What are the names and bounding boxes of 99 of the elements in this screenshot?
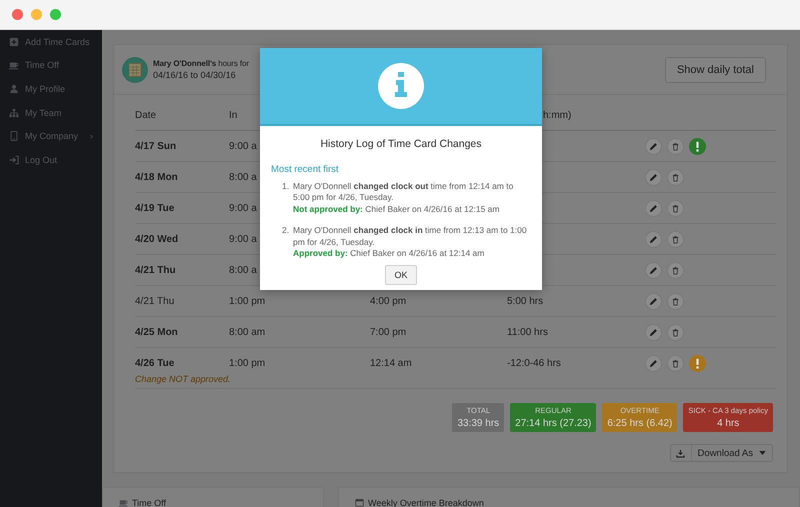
- list-number: 2.: [282, 225, 290, 238]
- pencil-icon: [649, 296, 658, 306]
- delete-button[interactable]: [667, 200, 684, 216]
- pay-period: 04/16/16 to 04/30/16: [153, 70, 237, 80]
- download-button[interactable]: Download As: [670, 444, 773, 462]
- edit-button[interactable]: [645, 354, 662, 372]
- caret-icon: [759, 451, 766, 455]
- edit-button[interactable]: [645, 324, 662, 340]
- pencil-icon: [649, 358, 658, 368]
- pencil-icon: [649, 266, 658, 274]
- column-header: Date: [135, 110, 156, 120]
- trash-icon: [671, 328, 680, 336]
- edit-button[interactable]: [645, 138, 662, 154]
- clock-out-cell: 4:00 pm: [370, 296, 406, 306]
- hours-cell: 11:00 hrs: [507, 326, 548, 338]
- logout-icon: [9, 154, 19, 165]
- info-icon: [378, 63, 424, 109]
- clock-in-cell: 9:00 a: [229, 202, 257, 214]
- clock-in-cell: 9:00 a: [229, 140, 257, 152]
- badge-value: 27:14 hrs (27.23): [515, 418, 592, 429]
- trash-icon: [671, 234, 680, 244]
- badge-value: 6:25 hrs (6.42): [607, 418, 672, 429]
- clock-in-cell: 1:00 pm: [229, 358, 266, 368]
- section-title: Time Off: [132, 498, 166, 507]
- trash-icon: [671, 358, 680, 368]
- calendar-icon: [355, 498, 364, 507]
- delete-button[interactable]: [667, 168, 684, 186]
- pencil-icon: [649, 234, 658, 244]
- sidebar-item[interactable]: My Profile: [0, 77, 102, 101]
- timesheet-icon: [122, 56, 148, 82]
- sidebar-item[interactable]: Log Out: [0, 148, 102, 172]
- download-icon: [676, 448, 686, 458]
- person-icon: [9, 84, 19, 94]
- sort-hint: Most recent first: [270, 164, 340, 175]
- trash-icon: [671, 172, 680, 182]
- date-cell: 4/21 Thu: [135, 296, 174, 306]
- edit-button[interactable]: [645, 262, 662, 278]
- phone-icon: [9, 131, 19, 142]
- edit-button[interactable]: [645, 200, 662, 216]
- sidebar-item[interactable]: Add Time Cards: [0, 30, 102, 54]
- badge-value: 33:39 hrs: [457, 418, 500, 429]
- delete-button[interactable]: [667, 324, 684, 340]
- employee-hours-title: Mary O'Donnell's hours for: [153, 59, 250, 68]
- trash-icon: [671, 142, 680, 150]
- date-cell: 4/26 Tue: [135, 358, 174, 368]
- show-daily-total-button[interactable]: Show daily total: [664, 56, 766, 82]
- clock-in-cell: 8:00 a: [229, 264, 257, 276]
- badge-value: 4 hrs: [717, 418, 740, 429]
- alert-icon[interactable]: [689, 138, 706, 154]
- delete-button[interactable]: [667, 262, 684, 278]
- sidebar-item[interactable]: My Team: [0, 100, 102, 124]
- sidebar-item[interactable]: My Company ›: [0, 124, 102, 148]
- pencil-icon: [649, 172, 658, 182]
- pencil-icon: [649, 142, 658, 150]
- plus-icon: [9, 36, 19, 47]
- date-cell: 4/25 Mon: [135, 326, 178, 338]
- alert-icon[interactable]: [689, 354, 706, 372]
- close-window-icon[interactable]: [12, 9, 23, 20]
- date-cell: 4/17 Sun: [135, 140, 176, 152]
- trash-icon: [671, 296, 680, 306]
- hours-cell: -12:0-46 hrs: [507, 358, 561, 368]
- approval-line: Approved by: Chief Baker on 4/26/16 at 12:14 am: [293, 248, 486, 260]
- delete-button[interactable]: [667, 230, 684, 248]
- column-header: h:mm): [542, 110, 572, 120]
- dialog-title: History Log of Time Card Changes: [319, 137, 483, 152]
- trash-icon: [671, 266, 680, 274]
- edit-button[interactable]: [645, 292, 662, 310]
- date-cell: 4/20 Wed: [135, 234, 178, 244]
- clock-in-cell: 1:00 pm: [229, 296, 266, 306]
- cup-icon: [119, 498, 128, 507]
- pencil-icon: [649, 204, 658, 212]
- date-cell: 4/18 Mon: [135, 172, 178, 182]
- delete-button[interactable]: [667, 354, 684, 372]
- clock-out-cell: 7:00 pm: [370, 326, 406, 338]
- clock-in-cell: 8:00 am: [229, 326, 266, 338]
- hours-cell: 5:00 hrs: [507, 296, 544, 306]
- delete-button[interactable]: [667, 292, 684, 310]
- pencil-icon: [649, 328, 658, 336]
- list-number: 1.: [282, 181, 290, 193]
- edit-button[interactable]: [645, 168, 662, 186]
- date-cell: 4/19 Tue: [135, 202, 174, 214]
- chevron-icon: ›: [90, 131, 102, 142]
- clock-in-cell: 8:00 a: [229, 172, 257, 182]
- ok-button[interactable]: OK: [385, 264, 416, 285]
- approval-line: Not approved by: Chief Baker on 4/26/16 at 12:15 am: [293, 204, 500, 216]
- sidebar-item[interactable]: Time Off: [0, 54, 102, 78]
- trash-icon: [671, 204, 680, 212]
- team-icon: [9, 108, 19, 118]
- change-description: Mary O'Donnell changed clock in time from 12:13 am to 1:00 pm for 4/26, Tuesday.: [293, 225, 528, 248]
- cup-icon: [9, 60, 19, 70]
- section-title: Weekly Overtime Breakdown: [368, 498, 484, 507]
- edit-button[interactable]: [645, 230, 662, 248]
- change-note: Change NOT approved.: [135, 374, 231, 384]
- change-description: Mary O'Donnell changed clock out time from 12:14 am to 5:00 pm for 4/26, Tuesday.: [293, 181, 514, 204]
- clock-out-cell: 12:14 am: [370, 358, 412, 368]
- date-cell: 4/21 Thu: [135, 264, 176, 276]
- clock-in-cell: 9:00 a: [229, 234, 257, 244]
- delete-button[interactable]: [667, 138, 684, 154]
- column-header: In: [229, 110, 238, 120]
